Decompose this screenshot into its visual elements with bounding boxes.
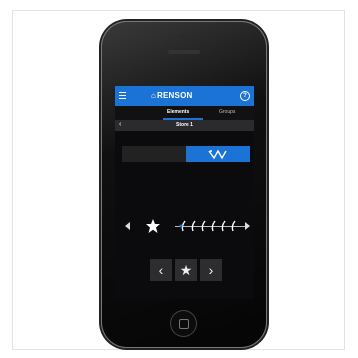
slat-angle-slider[interactable]: [115, 218, 254, 234]
mode-option-off[interactable]: [122, 146, 186, 162]
slider-left-arrow-icon: [125, 222, 130, 230]
phone-device: ⌂RENSON ? Elements Groups ‹ Store 1 ‹ ★ …: [101, 21, 267, 348]
tab-bar: Elements Groups: [115, 106, 254, 120]
tab-elements[interactable]: Elements: [167, 109, 189, 115]
home-square-icon: [179, 319, 189, 329]
menu-icon[interactable]: [119, 92, 126, 99]
app-header: ⌂RENSON ?: [115, 86, 254, 106]
favorite-button[interactable]: ★: [175, 259, 197, 281]
logo-mark-icon: ⌂: [151, 91, 157, 100]
camera-icon: [181, 33, 186, 38]
previous-button[interactable]: ‹: [150, 259, 172, 281]
mode-option-wind[interactable]: [186, 146, 250, 162]
wave-icon: [208, 149, 227, 160]
tab-groups[interactable]: Groups: [219, 109, 235, 115]
speaker-grille: [168, 50, 200, 54]
mode-toggle[interactable]: [122, 146, 250, 162]
home-button[interactable]: [170, 310, 197, 337]
brand-name: RENSON: [157, 91, 193, 100]
help-icon[interactable]: ?: [240, 91, 250, 101]
chevron-right-icon: ›: [208, 262, 214, 278]
next-button[interactable]: ›: [200, 259, 222, 281]
slat-icon: [179, 220, 236, 232]
chevron-left-icon: ‹: [158, 262, 164, 278]
brand-logo: ⌂RENSON: [151, 91, 192, 100]
star-icon: [146, 219, 160, 233]
group-title: Store 1: [176, 122, 193, 128]
star-button-icon: ★: [179, 262, 193, 278]
group-header: ‹ Store 1: [115, 120, 254, 131]
app-screen: ⌂RENSON ? Elements Groups ‹ Store 1 ‹ ★ …: [115, 86, 254, 299]
slider-right-arrow-icon: [245, 222, 250, 230]
